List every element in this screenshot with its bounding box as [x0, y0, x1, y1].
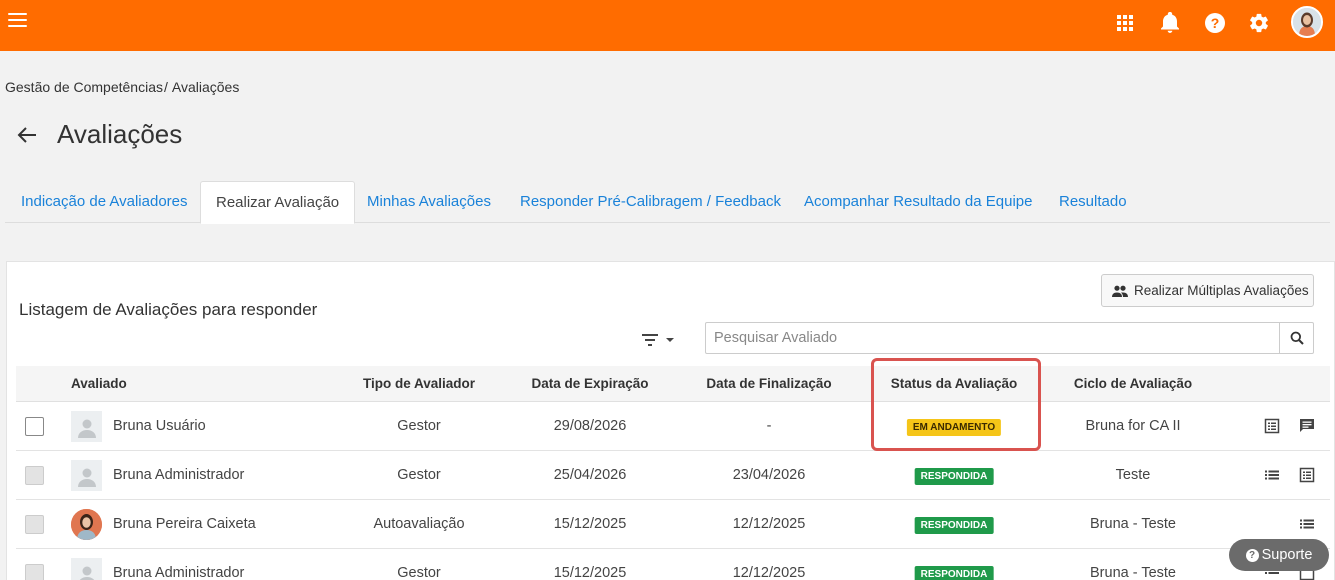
- svg-text:?: ?: [1211, 15, 1220, 31]
- avatar: [71, 509, 102, 540]
- page-title: Avaliações: [57, 119, 183, 149]
- table-row: Bruna Usuário Gestor 29/08/2026 - EM AND…: [16, 402, 1330, 451]
- table-row: Bruna Administrador Gestor 25/04/2026 23…: [16, 451, 1330, 500]
- tab-pre-calibragem-feedback[interactable]: Responder Pré-Calibragem / Feedback: [520, 181, 781, 223]
- people-icon: [1112, 285, 1128, 297]
- menu-icon[interactable]: [8, 13, 27, 27]
- apps-grid-icon[interactable]: [1113, 11, 1137, 35]
- status-highlight-box: [871, 358, 1041, 451]
- data-expiracao: 25/04/2026: [553, 467, 627, 483]
- data-expiracao: 15/12/2025: [553, 565, 627, 580]
- ciclo-avaliacao: Bruna - Teste: [1090, 516, 1176, 532]
- tab-bar: Indicação de Avaliadores Realizar Avalia…: [5, 181, 1330, 224]
- back-arrow-icon[interactable]: [16, 124, 38, 146]
- col-avaliado[interactable]: Avaliado: [71, 366, 127, 402]
- data-finalizacao: 23/04/2026: [732, 467, 806, 483]
- filter-button[interactable]: [641, 330, 681, 350]
- tab-resultado[interactable]: Resultado: [1059, 181, 1127, 223]
- data-expiracao: 29/08/2026: [553, 418, 627, 434]
- row-checkbox[interactable]: [25, 515, 44, 534]
- ciclo-avaliacao: Bruna for CA II: [1085, 418, 1181, 434]
- col-ciclo-avaliacao[interactable]: Ciclo de Avaliação: [1074, 366, 1192, 402]
- status-badge: RESPONDIDA: [914, 566, 994, 580]
- col-tipo-avaliador[interactable]: Tipo de Avaliador: [363, 366, 475, 402]
- data-finalizacao: 12/12/2025: [732, 565, 806, 580]
- settings-icon[interactable]: [1247, 11, 1271, 35]
- search-box: [705, 322, 1314, 354]
- avatar: [71, 460, 102, 491]
- user-avatar[interactable]: [1291, 6, 1323, 38]
- avaliado-name: Bruna Usuário: [113, 418, 206, 434]
- tipo-avaliador: Autoavaliação: [373, 516, 465, 532]
- data-finalizacao: -: [766, 418, 772, 434]
- data-expiracao: 15/12/2025: [553, 516, 627, 532]
- list-icon[interactable]: [1299, 516, 1315, 532]
- row-checkbox[interactable]: [25, 564, 44, 580]
- col-data-finalizacao[interactable]: Data de Finalização: [706, 366, 831, 402]
- bell-icon[interactable]: [1158, 11, 1182, 35]
- tipo-avaliador: Gestor: [397, 418, 441, 434]
- tipo-avaliador: Gestor: [397, 565, 441, 580]
- status-badge: RESPONDIDA: [914, 517, 994, 534]
- avatar: [71, 558, 102, 580]
- support-label: Suporte: [1261, 547, 1313, 563]
- row-checkbox[interactable]: [25, 417, 44, 436]
- col-data-expiracao[interactable]: Data de Expiração: [531, 366, 648, 402]
- list-icon[interactable]: [1264, 467, 1280, 483]
- tab-resultado-equipe[interactable]: Acompanhar Resultado da Equipe: [804, 181, 1033, 223]
- tab-realizar-avaliacao[interactable]: Realizar Avaliação: [200, 181, 356, 224]
- table-header: Avaliado Tipo de Avaliador Data de Expir…: [16, 366, 1330, 402]
- form-icon[interactable]: [1264, 418, 1280, 434]
- data-finalizacao: 12/12/2025: [732, 516, 806, 532]
- multiple-evaluations-button[interactable]: Realizar Múltiplas Avaliações: [1101, 274, 1314, 307]
- ciclo-avaliacao: Teste: [1115, 467, 1151, 483]
- tab-minhas-avaliacoes[interactable]: Minhas Avaliações: [367, 181, 491, 223]
- avaliado-name: Bruna Administrador: [113, 565, 245, 580]
- form-icon[interactable]: [1299, 467, 1315, 483]
- caret-down-icon: [666, 338, 674, 342]
- tipo-avaliador: Gestor: [397, 467, 441, 483]
- breadcrumb: Gestão de Competências/Avaliações: [5, 79, 239, 95]
- feedback-chat-icon[interactable]: [1299, 418, 1315, 434]
- search-input[interactable]: [706, 323, 1279, 353]
- list-title: Listagem de Avaliações para responder: [19, 300, 318, 319]
- breadcrumb-current: Avaliações: [171, 79, 240, 95]
- top-bar: ?: [0, 0, 1335, 51]
- table-row: Bruna Administrador Gestor 15/12/2025 12…: [16, 549, 1330, 580]
- ciclo-avaliacao: Bruna - Teste: [1090, 565, 1176, 580]
- tab-indicacao-avaliadores[interactable]: Indicação de Avaliadores: [21, 181, 188, 223]
- table-row: Bruna Pereira Caixeta Autoavaliação 15/1…: [16, 500, 1330, 549]
- avaliado-name: Bruna Administrador: [113, 467, 245, 483]
- breadcrumb-parent[interactable]: Gestão de Competências: [5, 79, 163, 95]
- status-badge: RESPONDIDA: [914, 468, 994, 485]
- row-checkbox[interactable]: [25, 466, 44, 485]
- support-button[interactable]: ? Suporte: [1229, 539, 1329, 571]
- multiple-evaluations-label: Realizar Múltiplas Avaliações: [1134, 283, 1309, 298]
- breadcrumb-separator: /: [163, 79, 168, 95]
- avatar: [71, 411, 102, 442]
- avaliado-name: Bruna Pereira Caixeta: [113, 516, 256, 532]
- filter-icon: [642, 334, 658, 346]
- help-icon: ?: [1245, 548, 1259, 562]
- search-icon: [1290, 331, 1304, 345]
- help-icon[interactable]: ?: [1203, 11, 1227, 35]
- search-button[interactable]: [1279, 323, 1313, 353]
